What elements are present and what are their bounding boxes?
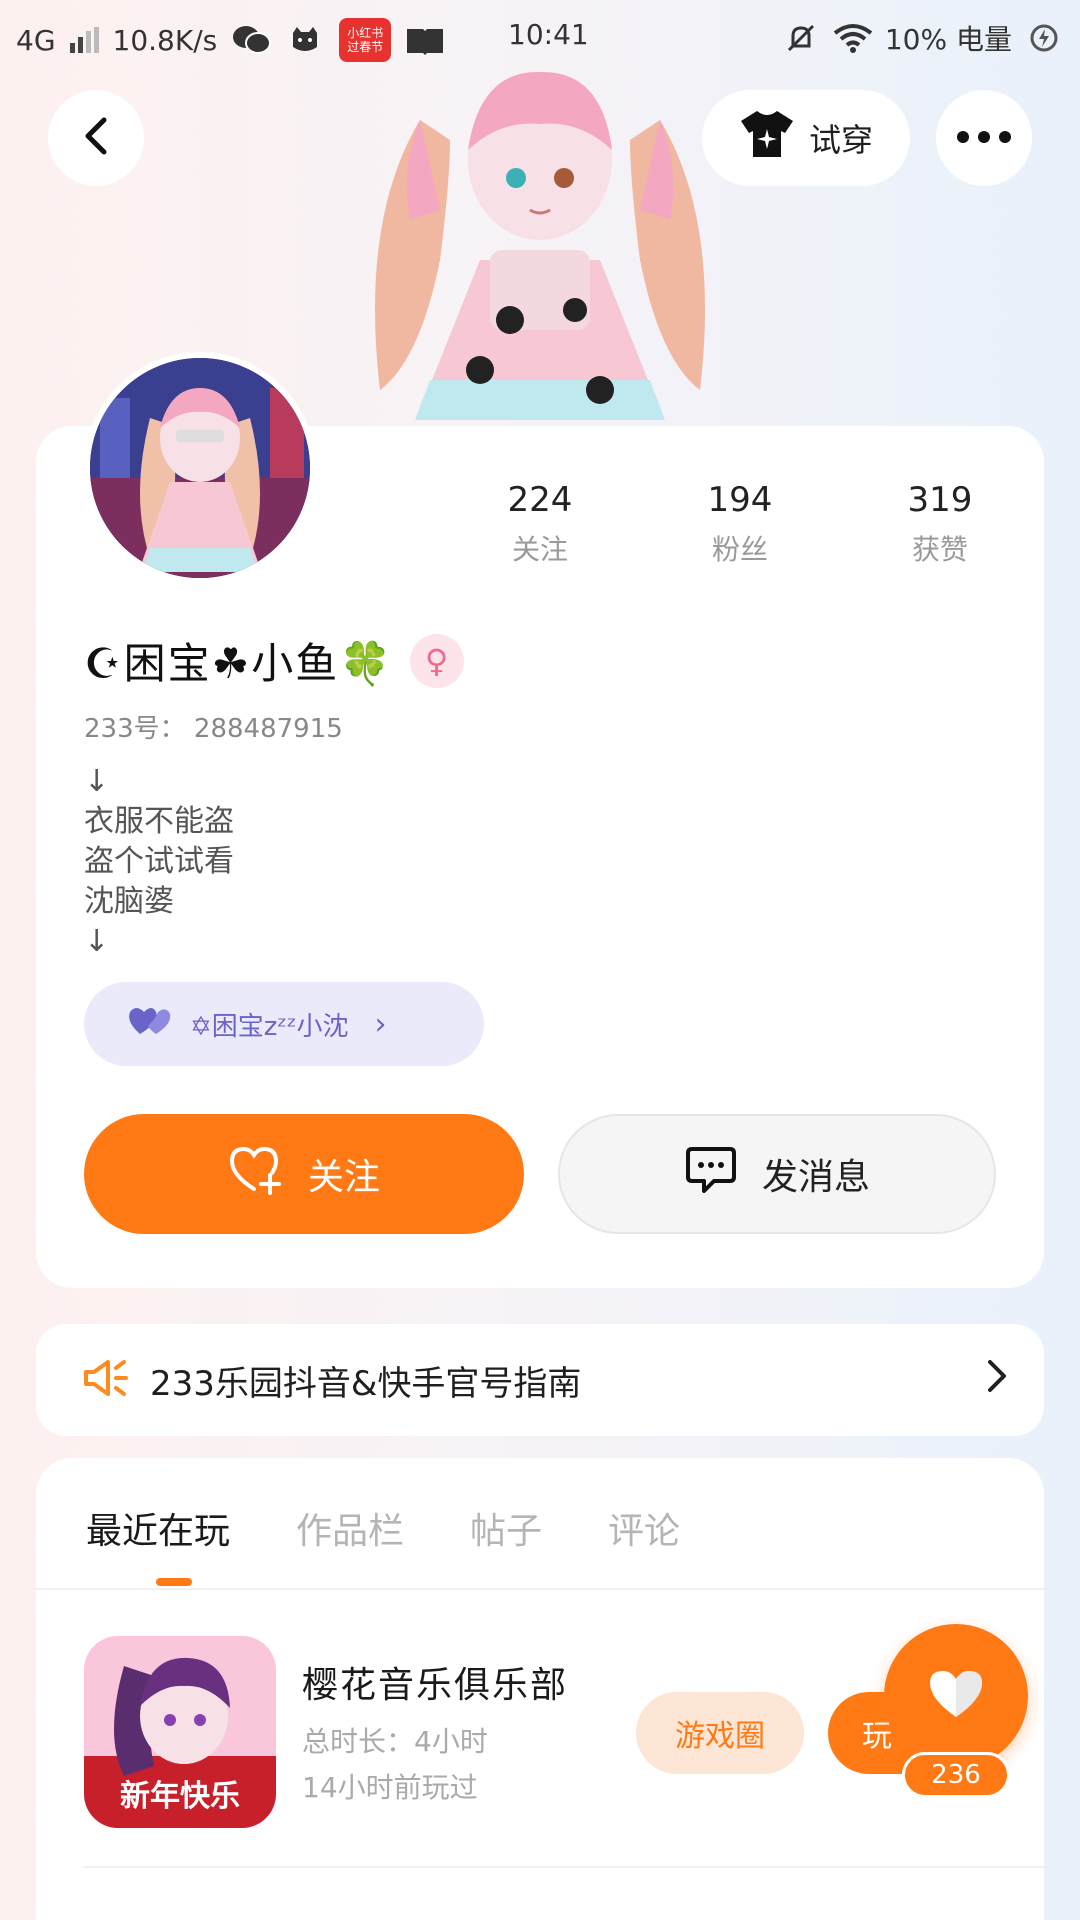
tshirt-icon bbox=[739, 109, 795, 167]
announcement-text: 233乐园抖音&快手官号指南 bbox=[150, 1363, 582, 1404]
likes-label: 获赞 bbox=[911, 533, 968, 566]
xiaohongshu-icon: 小红书 过春节 bbox=[339, 18, 392, 62]
try-on-label: 试穿 bbox=[808, 121, 873, 159]
wifi-icon bbox=[833, 22, 873, 54]
app-badge-top: 小红书 bbox=[347, 26, 384, 40]
bio: ↓ 衣服不能盗 盗个试试看 沈脑婆 ↓ bbox=[84, 764, 234, 959]
signal-icon bbox=[69, 27, 99, 53]
battery-text: 10% 电量 bbox=[884, 23, 1012, 56]
book-icon bbox=[405, 24, 445, 56]
fans-label: 粉丝 bbox=[711, 533, 768, 566]
fans-count: 194 bbox=[707, 480, 773, 520]
female-gender-icon: ♀ bbox=[409, 633, 464, 688]
more-button[interactable] bbox=[936, 90, 1032, 186]
mute-bell-icon bbox=[781, 22, 821, 54]
app-badge-bottom: 过春节 bbox=[347, 40, 384, 54]
follow-button[interactable]: 关注 bbox=[84, 1114, 524, 1234]
user-id-label: 233号： bbox=[84, 714, 186, 744]
game-icon: 新年快乐 bbox=[84, 1636, 276, 1828]
stat-likes[interactable]: 319 获赞 bbox=[840, 480, 1040, 568]
stats-row: 224 关注 194 粉丝 319 获赞 bbox=[440, 480, 1040, 568]
megaphone-icon bbox=[82, 1358, 130, 1402]
try-on-button[interactable]: 试穿 bbox=[702, 90, 910, 186]
nickname-row: ☪困宝☘小鱼🍀 ♀ bbox=[84, 630, 464, 691]
status-left: 4G 10.8K/s 小红书 过春节 bbox=[16, 18, 445, 62]
heart-plus-icon bbox=[228, 1145, 284, 1204]
avatar[interactable] bbox=[84, 352, 316, 584]
likes-count: 319 bbox=[907, 480, 973, 520]
chevron-right-icon: › bbox=[374, 1006, 387, 1042]
follow-label: 关注 bbox=[307, 1157, 380, 1198]
clock: 10:41 bbox=[508, 18, 589, 51]
back-button[interactable] bbox=[48, 90, 144, 186]
tab-bar: 最近在玩 作品栏 帖子 评论 bbox=[86, 1502, 680, 1554]
tabs-divider bbox=[36, 1588, 1044, 1590]
battery-charging-icon bbox=[1024, 22, 1064, 54]
network-speed: 10.8K/s bbox=[112, 23, 218, 57]
tab-recently-played[interactable]: 最近在玩 bbox=[86, 1502, 230, 1554]
user-id-value: 288487915 bbox=[193, 714, 343, 744]
family-tag-label: ✡困宝zᶻᶻ小沈 bbox=[190, 1011, 349, 1042]
network-type: 4G bbox=[16, 23, 56, 57]
wechat-icon bbox=[231, 24, 272, 56]
double-heart-icon bbox=[126, 1004, 174, 1045]
row-divider bbox=[84, 1866, 1044, 1868]
chevron-right-icon bbox=[986, 1358, 1008, 1403]
stat-fans[interactable]: 194 粉丝 bbox=[640, 480, 840, 568]
cat-app-icon bbox=[285, 24, 325, 56]
game-icon-text: 新年快乐 bbox=[120, 1779, 240, 1814]
family-tag-button[interactable]: ✡困宝zᶻᶻ小沈 › bbox=[84, 982, 484, 1066]
message-button[interactable]: 发消息 bbox=[558, 1114, 996, 1234]
message-label: 发消息 bbox=[761, 1157, 870, 1198]
heart-icon bbox=[926, 1667, 986, 1725]
game-circle-button[interactable]: 游戏圈 bbox=[636, 1692, 804, 1774]
more-dots-icon bbox=[956, 129, 1012, 148]
chat-bubble-icon bbox=[684, 1145, 738, 1204]
following-label: 关注 bbox=[511, 533, 568, 566]
game-title: 樱花音乐俱乐部 bbox=[302, 1665, 569, 1706]
announcement-banner[interactable]: 233乐园抖音&快手官号指南 bbox=[36, 1324, 1044, 1436]
nickname: ☪困宝☘小鱼🍀 bbox=[84, 639, 394, 688]
like-count-badge: 236 bbox=[902, 1752, 1010, 1798]
back-arrow-icon bbox=[80, 116, 112, 160]
tab-posts[interactable]: 帖子 bbox=[470, 1502, 542, 1554]
game-total-time: 总时长：4小时 bbox=[302, 1725, 488, 1758]
user-id: 233号： 288487915 bbox=[84, 708, 343, 745]
tab-comments[interactable]: 评论 bbox=[608, 1502, 680, 1554]
status-right: 10% 电量 bbox=[781, 18, 1064, 58]
active-tab-indicator bbox=[156, 1578, 192, 1586]
floating-like-button[interactable] bbox=[884, 1624, 1028, 1768]
tab-works[interactable]: 作品栏 bbox=[296, 1502, 404, 1554]
stat-following[interactable]: 224 关注 bbox=[440, 480, 640, 568]
character-figure bbox=[340, 60, 740, 430]
following-count: 224 bbox=[507, 480, 573, 520]
game-last-played: 14小时前玩过 bbox=[302, 1771, 478, 1804]
